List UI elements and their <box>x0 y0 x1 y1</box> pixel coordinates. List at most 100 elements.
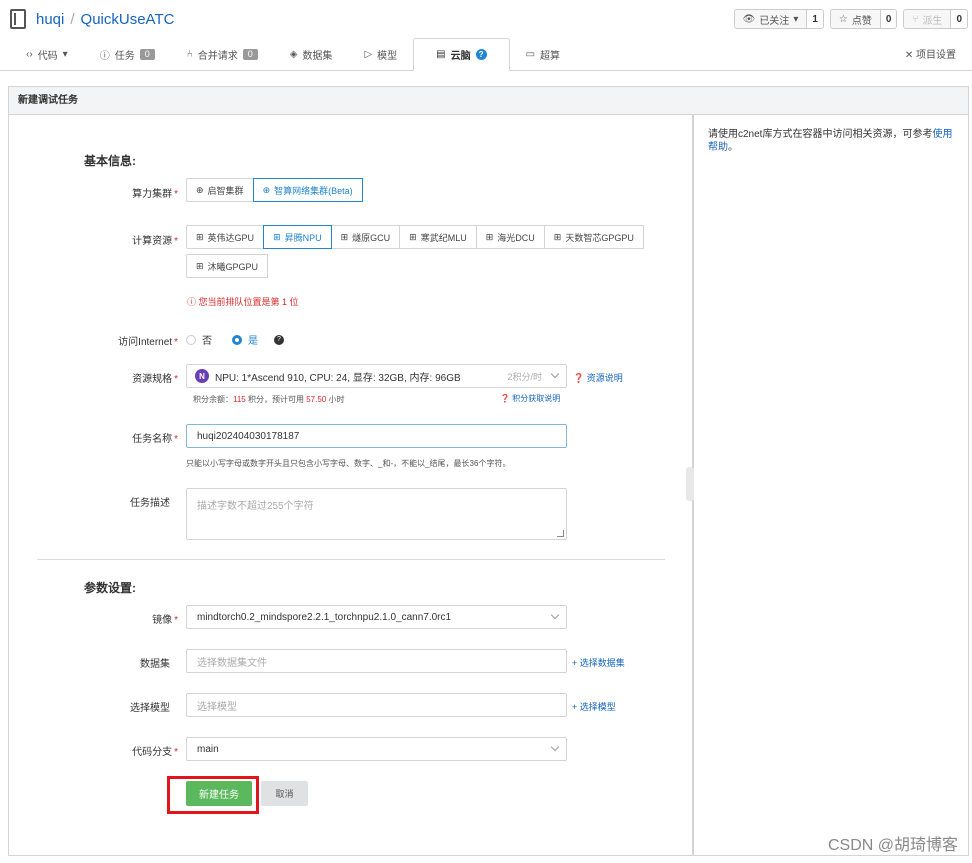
star-button[interactable]: ☆ 点赞 0 <box>829 9 898 29</box>
resize-handle[interactable] <box>557 530 564 537</box>
dataset-input[interactable]: 选择数据集文件 <box>186 649 567 673</box>
code-icon: ‹› <box>26 48 33 60</box>
chevron-down-icon <box>550 742 560 752</box>
option-label: 寒武纪MLU <box>420 232 467 243</box>
points-help-link[interactable]: ❓ 积分获取说明 <box>500 393 560 404</box>
watch-button[interactable]: 👁 已关注 ▾ 1 <box>733 9 824 29</box>
option-label: 英伟达GPU <box>207 232 255 243</box>
settings-label: 项目设置 <box>916 50 956 61</box>
tab-supercompute[interactable]: ▭ 超算 <box>510 38 576 70</box>
chip-icon: ⊞ <box>553 231 562 242</box>
model-input[interactable]: 选择模型 <box>186 693 567 717</box>
compute-option-mlu[interactable]: ⊞ 寒武纪MLU <box>399 225 477 249</box>
task-desc-textarea[interactable]: 描述字数不超过255个字符 <box>186 488 567 540</box>
task-name-label-text: 任务名称 <box>132 434 173 445</box>
chip-icon: ⊞ <box>340 231 349 242</box>
repo-name-link[interactable]: QuickUseATC <box>81 11 175 28</box>
watermark: CSDN @胡琦博客 <box>827 837 958 854</box>
tab-label: 任务 <box>114 50 135 62</box>
compute-option-gpgpu[interactable]: ⊞ 天数智芯GPGPU <box>543 225 644 249</box>
spec-price: 2积分/时 <box>507 371 542 382</box>
internet-yes-radio[interactable]: 是 <box>232 332 258 347</box>
star-label: 点赞 <box>851 15 872 27</box>
spec-label: 资源规格 * <box>58 370 178 385</box>
chip-icon: ⊞ <box>196 260 204 271</box>
tab-cloudbrain[interactable]: ▤ 云脑? <box>413 38 510 71</box>
dataset-icon: ◈ <box>289 48 298 60</box>
globe-icon: ⊕ <box>262 184 271 195</box>
compute-option-dcu[interactable]: ⊞ 海光DCU <box>475 225 545 249</box>
queue-warning: ⓘ 您当前排队位置是第 1 位 <box>187 295 299 308</box>
highlight-annotation <box>167 776 259 814</box>
warning-icon: ⓘ <box>187 297 197 307</box>
tab-models[interactable]: ▷ 模型 <box>348 38 413 70</box>
tab-pulls[interactable]: ⑃ 合并请求 0 <box>171 38 274 70</box>
compute-option-muxi[interactable]: ⊞ 沐曦GPGPU <box>186 254 269 278</box>
points-mid: 积分，预计可用 <box>245 395 307 404</box>
tab-settings[interactable]: ✕ 项目设置 <box>905 46 956 61</box>
select-dataset-link[interactable]: + 选择数据集 <box>572 656 625 669</box>
select-model-link[interactable]: + 选择模型 <box>572 700 616 713</box>
task-name-input[interactable]: huqi202404030178187 <box>186 424 567 448</box>
branch-select[interactable]: main <box>186 737 567 761</box>
spec-label-text: 资源规格 <box>132 374 173 385</box>
repo-owner-link[interactable]: huqi <box>36 11 64 28</box>
image-select[interactable]: mindtorch0.2_mindspore2.2.1_torchnpu2.1.… <box>186 605 567 629</box>
repo-path: huqi / QuickUseATC <box>36 11 174 28</box>
compute-option-gpu[interactable]: ⊞ 英伟达GPU <box>186 225 265 249</box>
tab-label: 云脑 <box>450 51 471 62</box>
tab-code[interactable]: ‹› 代码 ▾ <box>10 38 84 70</box>
help-icon[interactable]: ? <box>475 49 487 60</box>
task-name-label: 任务名称 * <box>58 430 178 445</box>
compute-option-npu[interactable]: ⊞ 昇腾NPU <box>263 225 332 249</box>
cluster-label: 算力集群 * <box>58 185 178 200</box>
compute-label-text: 计算资源 <box>132 236 173 247</box>
dataset-label: 数据集 <box>140 659 170 670</box>
chip-icon: ⊞ <box>409 231 417 242</box>
section-divider <box>37 559 665 560</box>
cluster-option-c2net[interactable]: ⊕ 智算网络集群(Beta) <box>252 178 363 202</box>
monitor-icon: ▭ <box>525 48 536 60</box>
image-value: mindtorch0.2_mindspore2.2.1_torchnpu2.1.… <box>197 611 452 623</box>
repo-book-icon <box>10 9 26 29</box>
tab-datasets[interactable]: ◈ 数据集 <box>274 38 349 70</box>
points-suffix: 小时 <box>326 395 345 404</box>
option-label: 燧原GCU <box>352 232 391 243</box>
watch-label: 已关注 <box>759 15 790 27</box>
question-icon[interactable]: ? <box>274 334 284 345</box>
internet-label: 访问Internet * <box>58 333 178 348</box>
params-title: 参数设置: <box>84 581 136 595</box>
spec-value: NPU: 1*Ascend 910, CPU: 24, 显存: 32GB, 内存… <box>215 372 461 384</box>
internet-radio-group: 否 是 ? <box>186 332 284 347</box>
compute-option-gcu[interactable]: ⊞ 燧原GCU <box>330 225 401 249</box>
section-title: 新建调试任务 <box>8 86 969 115</box>
option-label: 海光DCU <box>497 232 535 243</box>
tab-issues[interactable]: ⓘ 任务 0 <box>84 38 171 70</box>
points-link-text: 积分获取说明 <box>512 394 561 403</box>
eye-icon: 👁 <box>742 13 756 25</box>
header-actions: 👁 已关注 ▾ 1 ☆ 点赞 0 ⑂ 派生 0 <box>733 9 968 29</box>
collapse-handle[interactable] <box>686 467 694 501</box>
fork-button[interactable]: ⑂ 派生 0 <box>903 9 968 29</box>
option-label: 沐曦GPGPU <box>207 261 259 272</box>
tab-label: 模型 <box>377 50 398 62</box>
server-icon: ▤ <box>436 49 446 60</box>
spec-doc-link[interactable]: ❓ 资源说明 <box>573 371 623 384</box>
fork-icon: ⑂ <box>912 13 919 25</box>
wrench-icon: ✕ <box>904 50 914 61</box>
queue-warning-text: 您当前排队位置是第 1 位 <box>198 297 299 307</box>
chip-icon: ⊞ <box>273 231 281 242</box>
option-label: 昇腾NPU <box>284 232 322 243</box>
spec-select[interactable]: N NPU: 1*Ascend 910, CPU: 24, 显存: 32GB, … <box>186 364 567 388</box>
tab-label: 代码 <box>37 50 58 62</box>
cancel-button[interactable]: 取消 <box>261 781 308 806</box>
cluster-option-qizhi[interactable]: ⊕ 启智集群 <box>186 178 254 202</box>
cluster-label-text: 算力集群 <box>132 189 173 200</box>
fork-count: 0 <box>950 10 967 28</box>
radio-label: 是 <box>248 336 258 347</box>
branch-label: 代码分支 * <box>58 743 178 758</box>
star-count: 0 <box>879 10 897 28</box>
star-icon: ☆ <box>838 13 848 25</box>
image-label-text: 镜像 <box>152 615 173 626</box>
internet-no-radio[interactable]: 否 <box>186 332 212 347</box>
